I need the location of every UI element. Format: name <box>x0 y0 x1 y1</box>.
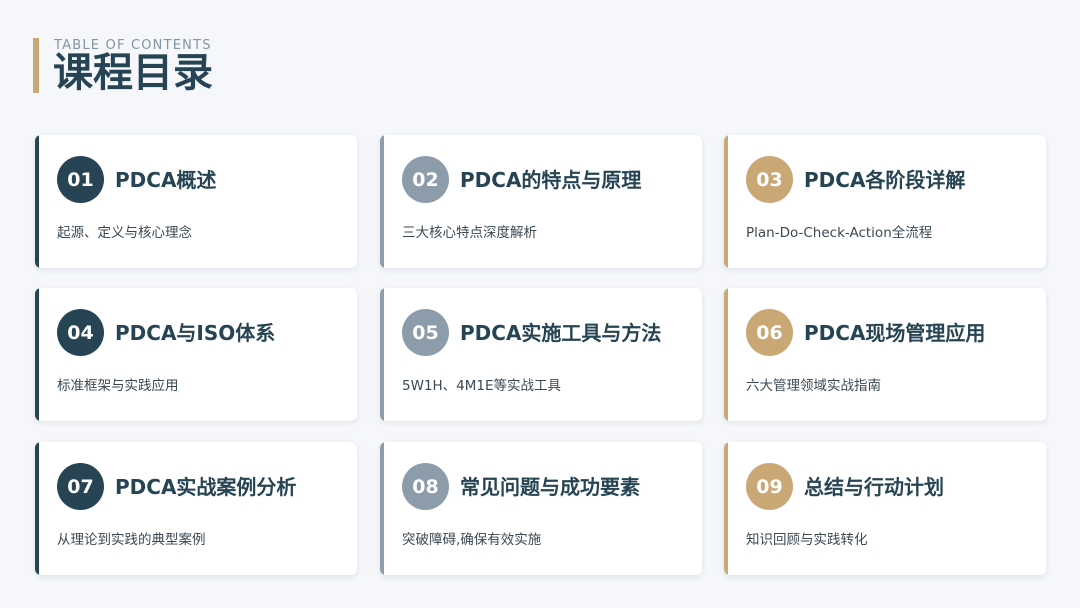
card-accent <box>724 135 728 268</box>
toc-card-09[interactable]: 09 总结与行动计划 知识回顾与实践转化 <box>724 442 1046 575</box>
card-description: 六大管理领域实战指南 <box>746 378 881 394</box>
toc-card-05[interactable]: 05 PDCA实施工具与方法 5W1H、4M1E等实战工具 <box>380 288 702 421</box>
header-accent-bar <box>33 38 39 93</box>
toc-card-06[interactable]: 06 PDCA现场管理应用 六大管理领域实战指南 <box>724 288 1046 421</box>
card-description: 从理论到实践的典型案例 <box>57 532 206 548</box>
card-accent <box>380 135 384 268</box>
card-accent <box>35 135 39 268</box>
card-number: 02 <box>402 156 449 203</box>
page-title: 课程目录 <box>53 50 213 96</box>
toc-grid: 01 PDCA概述 起源、定义与核心理念 02 PDCA的特点与原理 三大核心特… <box>35 135 1047 575</box>
card-description: 突破障碍,确保有效实施 <box>402 532 542 548</box>
card-accent <box>380 442 384 575</box>
card-number: 07 <box>57 463 104 510</box>
card-number: 06 <box>746 309 793 356</box>
card-number: 09 <box>746 463 793 510</box>
card-accent <box>724 442 728 575</box>
card-accent <box>380 288 384 421</box>
card-title: PDCA现场管理应用 <box>804 321 986 345</box>
card-title: 总结与行动计划 <box>804 475 944 499</box>
card-description: 知识回顾与实践转化 <box>746 532 868 548</box>
card-number: 01 <box>57 156 104 203</box>
card-description: 三大核心特点深度解析 <box>402 225 537 241</box>
card-accent <box>35 288 39 421</box>
card-title: PDCA各阶段详解 <box>804 168 966 192</box>
card-number: 03 <box>746 156 793 203</box>
card-title: PDCA的特点与原理 <box>460 168 642 192</box>
card-number: 08 <box>402 463 449 510</box>
toc-card-03[interactable]: 03 PDCA各阶段详解 Plan-Do-Check-Action全流程 <box>724 135 1046 268</box>
toc-card-07[interactable]: 07 PDCA实战案例分析 从理论到实践的典型案例 <box>35 442 357 575</box>
card-accent <box>35 442 39 575</box>
card-description: Plan-Do-Check-Action全流程 <box>746 225 933 241</box>
toc-card-02[interactable]: 02 PDCA的特点与原理 三大核心特点深度解析 <box>380 135 702 268</box>
card-title: PDCA与ISO体系 <box>115 321 276 345</box>
card-number: 05 <box>402 309 449 356</box>
card-title: 常见问题与成功要素 <box>460 475 640 499</box>
card-accent <box>724 288 728 421</box>
card-description: 5W1H、4M1E等实战工具 <box>402 378 562 394</box>
toc-card-04[interactable]: 04 PDCA与ISO体系 标准框架与实践应用 <box>35 288 357 421</box>
card-title: PDCA实施工具与方法 <box>460 321 662 345</box>
card-title: PDCA概述 <box>115 168 217 192</box>
toc-card-01[interactable]: 01 PDCA概述 起源、定义与核心理念 <box>35 135 357 268</box>
card-description: 起源、定义与核心理念 <box>57 225 192 241</box>
card-title: PDCA实战案例分析 <box>115 475 297 499</box>
toc-card-08[interactable]: 08 常见问题与成功要素 突破障碍,确保有效实施 <box>380 442 702 575</box>
card-number: 04 <box>57 309 104 356</box>
card-description: 标准框架与实践应用 <box>57 378 179 394</box>
